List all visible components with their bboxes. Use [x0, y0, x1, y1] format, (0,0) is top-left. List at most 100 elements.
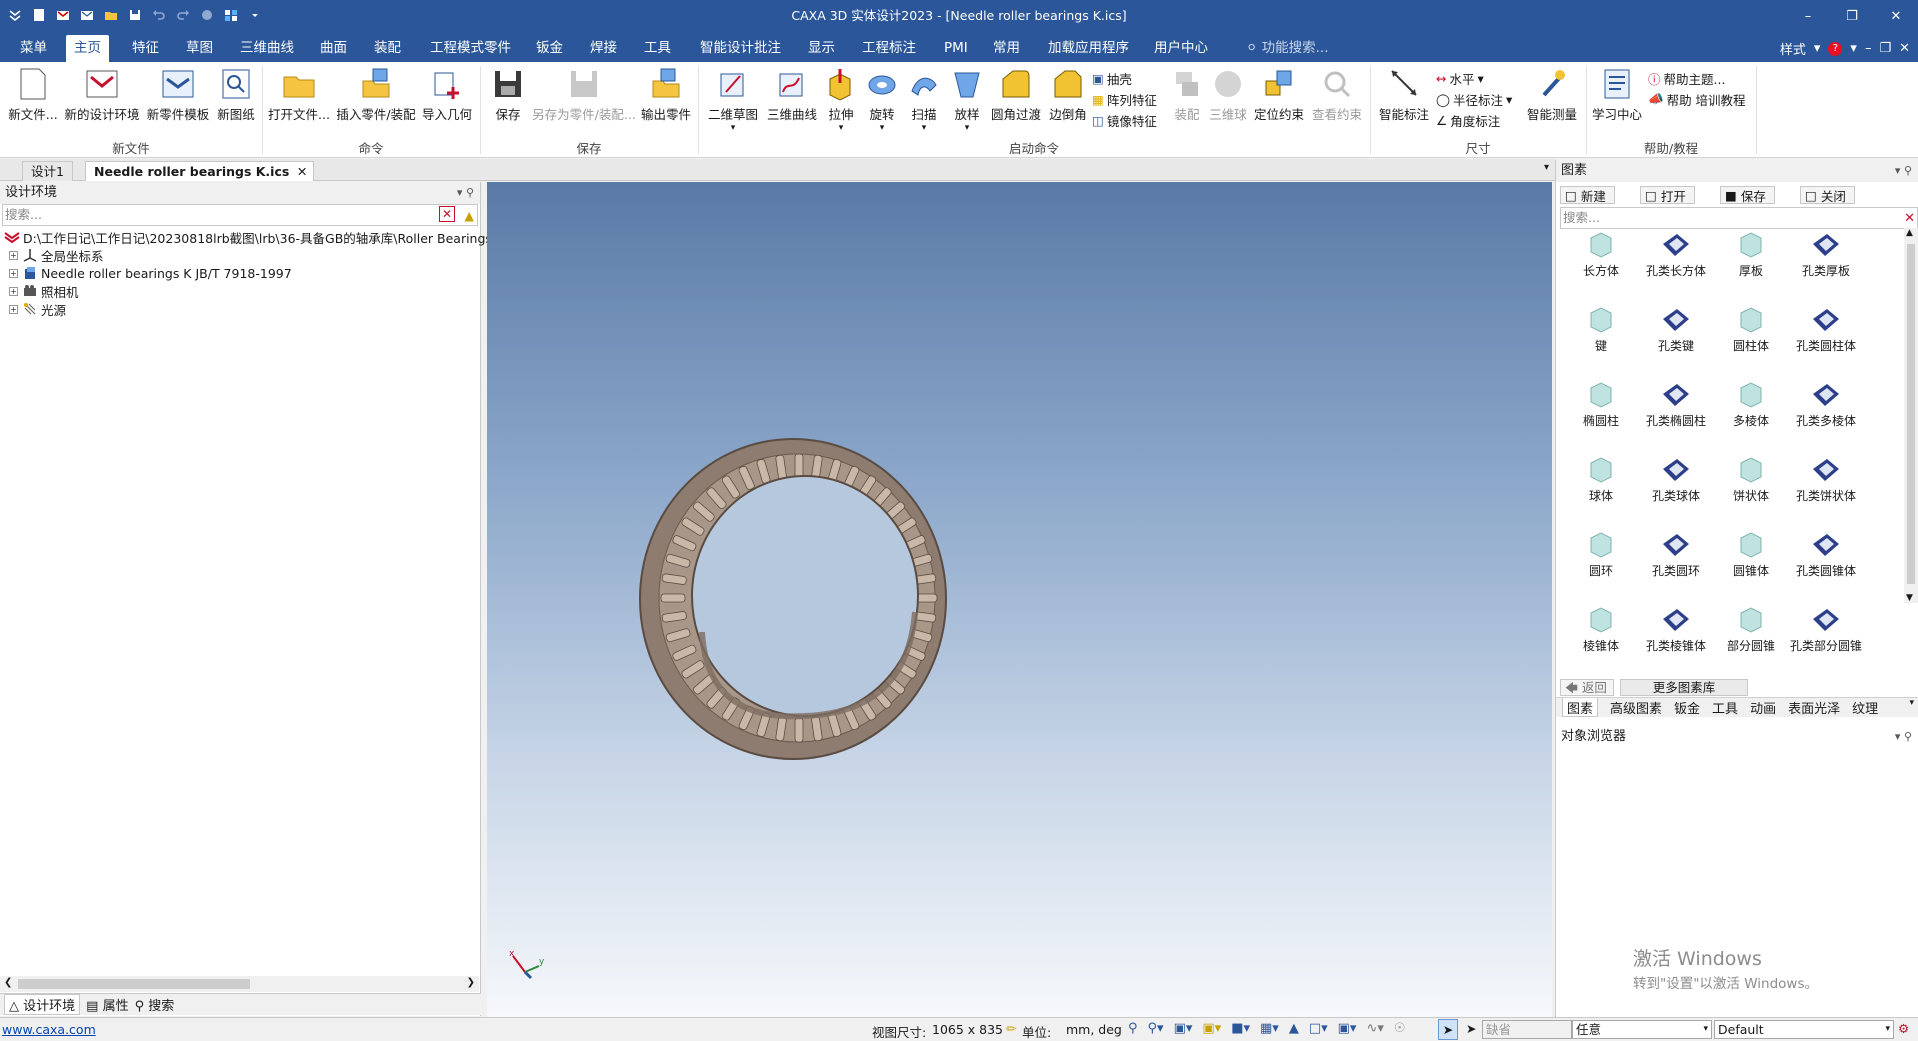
catalog-item[interactable]: 椭圆柱 [1564, 376, 1638, 428]
catalog-save-button[interactable]: ■ 保存 [1720, 186, 1775, 204]
catalog-close-button[interactable]: □ 关闭 [1800, 186, 1855, 204]
expand-icon[interactable]: + [9, 286, 18, 296]
tab-search[interactable]: ⚲ 搜索 [135, 995, 175, 1014]
sweep-button[interactable]: 扫描 ▾ [906, 66, 942, 136]
sketch-2d-button[interactable]: 二维草图 ▾ [706, 66, 760, 136]
catalog-pin-icon[interactable]: ▾ ⚲ [1895, 160, 1912, 182]
catalog-item[interactable]: 孔类多棱体 [1789, 376, 1863, 428]
tab-3d-curve[interactable]: 三维曲线 [232, 35, 302, 62]
catalog-item[interactable]: 多棱体 [1714, 376, 1788, 428]
catalog-tab-tools[interactable]: 工具 [1712, 698, 1738, 717]
catalog-item[interactable]: 孔类圆柱体 [1789, 301, 1863, 353]
section-icon[interactable]: ▦▾ [1260, 1021, 1279, 1036]
tab-display[interactable]: 显示 [800, 35, 843, 62]
horizontal-scrollbar[interactable]: ❮ ❯ [0, 976, 479, 992]
help-icon[interactable]: ? [1828, 41, 1843, 56]
catalog-item[interactable]: 键 [1564, 301, 1638, 353]
tab-feature[interactable]: 特征 [124, 35, 167, 62]
catalog-tab-elements[interactable]: 图素 [1562, 698, 1599, 717]
tab-tools[interactable]: 工具 [636, 35, 679, 62]
catalog-item[interactable]: 孔类饼状体 [1789, 451, 1863, 503]
assembly-button[interactable]: 装配 [1170, 66, 1204, 136]
catalog-scroll-thumb[interactable] [1907, 244, 1915, 584]
zoom-area-icon[interactable]: ⚲▾ [1148, 1021, 1164, 1036]
horizontal-dim-button[interactable]: ↔ 水平 ▾ [1436, 68, 1484, 88]
catalog-item[interactable]: 圆锥体 [1714, 526, 1788, 578]
style-menu[interactable]: 样式 [1780, 39, 1806, 58]
catalog-item[interactable]: 孔类椭圆柱 [1639, 376, 1713, 428]
new-part-template-button[interactable]: 新零件模板 [146, 66, 210, 136]
catalog-item[interactable]: 孔类圆锥体 [1789, 526, 1863, 578]
export-part-button[interactable]: 输出零件 [640, 66, 692, 136]
angle-dim-button[interactable]: ∠ 角度标注 [1436, 110, 1500, 130]
catalog-item[interactable]: 孔类厚板 [1789, 226, 1863, 278]
clear-catalog-search-icon[interactable]: ✕ [1904, 209, 1915, 229]
tab-engineering-part[interactable]: 工程模式零件 [422, 35, 519, 62]
smart-measure-button[interactable]: 智能测量 [1522, 66, 1582, 136]
help-dropdown-icon[interactable]: ▾ [1850, 41, 1857, 56]
catalog-item[interactable]: 厚板 [1714, 226, 1788, 278]
display-mode-icon[interactable]: ■▾ [1231, 1021, 1250, 1036]
catalog-tab-advanced[interactable]: 高级图素 [1610, 698, 1662, 717]
tree-item-light[interactable]: + 光源 [0, 300, 480, 318]
clear-search-icon[interactable]: ✕ [439, 206, 455, 222]
save-button[interactable]: 保存 [490, 66, 526, 136]
scroll-thumb[interactable] [18, 979, 250, 989]
tab-smart-annotation[interactable]: 智能设计批注 [692, 35, 789, 62]
tree-item-bearing[interactable]: + Needle roller bearings K JB/T 7918-1997 [0, 264, 480, 282]
tab-sketch[interactable]: 草图 [178, 35, 221, 62]
mirror-button[interactable]: ◫ 镜像特征 [1092, 110, 1157, 130]
radius-dim-button[interactable]: ◯ 半径标注 ▾ [1436, 89, 1512, 109]
radius-dropdown-icon[interactable]: ▾ [1506, 92, 1512, 107]
catalog-item[interactable]: 孔类长方体 [1639, 226, 1713, 278]
catalog-item[interactable]: 部分圆锥 [1714, 601, 1788, 653]
revolve-button[interactable]: 旋转 ▾ [864, 66, 900, 136]
wire-icon[interactable]: □▾ [1309, 1021, 1328, 1036]
tab-pmi[interactable]: PMI [936, 35, 976, 62]
new-design-env-button[interactable]: 新的设计环境 [62, 66, 142, 136]
restore-icon[interactable]: ❐ [1830, 0, 1874, 32]
tree-item-global-coords[interactable]: + 全局坐标系 [0, 246, 480, 264]
doc-minimize-icon[interactable]: – [1865, 41, 1872, 56]
revolve-dropdown-icon[interactable]: ▾ [864, 123, 900, 133]
catalog-item[interactable]: 饼状体 [1714, 451, 1788, 503]
catalog-open-button[interactable]: □ 打开 [1640, 186, 1695, 204]
unit-value[interactable]: mm, deg [1066, 1022, 1122, 1037]
3d-viewport[interactable]: x y [487, 182, 1552, 1017]
tree-item-root[interactable]: D:\工作日记\工作日记\20230818lrb截图\lrb\36-具备GB的轴… [0, 228, 496, 246]
pattern-button[interactable]: ▦ 阵列特征 [1092, 89, 1157, 109]
catalog-item[interactable]: 棱锥体 [1564, 601, 1638, 653]
caxa-website-link[interactable]: www.caxa.com [2, 1022, 96, 1037]
zoom-icon[interactable]: ⚲ [1128, 1021, 1138, 1036]
loft-dropdown-icon[interactable]: ▾ [950, 123, 984, 133]
catalog-tab-gloss[interactable]: 表面光泽 [1788, 698, 1840, 717]
expand-icon[interactable]: + [9, 304, 18, 314]
catalog-scrollbar[interactable]: ▲ ▼ [1904, 228, 1918, 603]
light-toggle-icon[interactable]: ☉ [1394, 1021, 1406, 1036]
catalog-item[interactable]: 圆柱体 [1714, 301, 1788, 353]
close-icon[interactable]: ✕ [1874, 0, 1918, 32]
expand-icon[interactable]: + [9, 268, 18, 278]
help-topics-button[interactable]: ⓘ 帮助主题... [1648, 68, 1725, 88]
status-settings-icon[interactable]: ⚙ [1898, 1021, 1909, 1036]
tab-home[interactable]: 主页 [66, 35, 109, 62]
catalog-item[interactable]: 球体 [1564, 451, 1638, 503]
doc-tab-design1[interactable]: 设计1 [22, 161, 73, 181]
feature-search[interactable]: ⚪ 功能搜索... [1238, 35, 1336, 62]
position-constraint-button[interactable]: 定位约束 [1252, 66, 1306, 136]
tab-menu[interactable]: 菜单 [12, 35, 55, 62]
tab-user-center[interactable]: 用户中心 [1146, 35, 1216, 62]
tab-design-env[interactable]: △ 设计环境 [4, 994, 81, 1015]
tab-welding[interactable]: 焊接 [582, 35, 625, 62]
catalog-item[interactable]: 圆环 [1564, 526, 1638, 578]
catalog-item[interactable]: 孔类圆环 [1639, 526, 1713, 578]
horizontal-dropdown-icon[interactable]: ▾ [1478, 71, 1484, 86]
filter-icon[interactable]: ▲ [464, 206, 474, 226]
save-as-part-button[interactable]: 另存为零件/装配... [530, 66, 638, 136]
open-file-button[interactable]: 打开文件... [268, 66, 330, 136]
combo-dropdown-icon[interactable]: ▾ [1703, 1021, 1708, 1038]
more-catalog-button[interactable]: 更多图素库 [1620, 679, 1748, 696]
smart-dimension-button[interactable]: 智能标注 [1376, 66, 1432, 136]
filter-cursor-icon[interactable]: ➤ [1466, 1021, 1476, 1036]
tab-surface[interactable]: 曲面 [312, 35, 355, 62]
